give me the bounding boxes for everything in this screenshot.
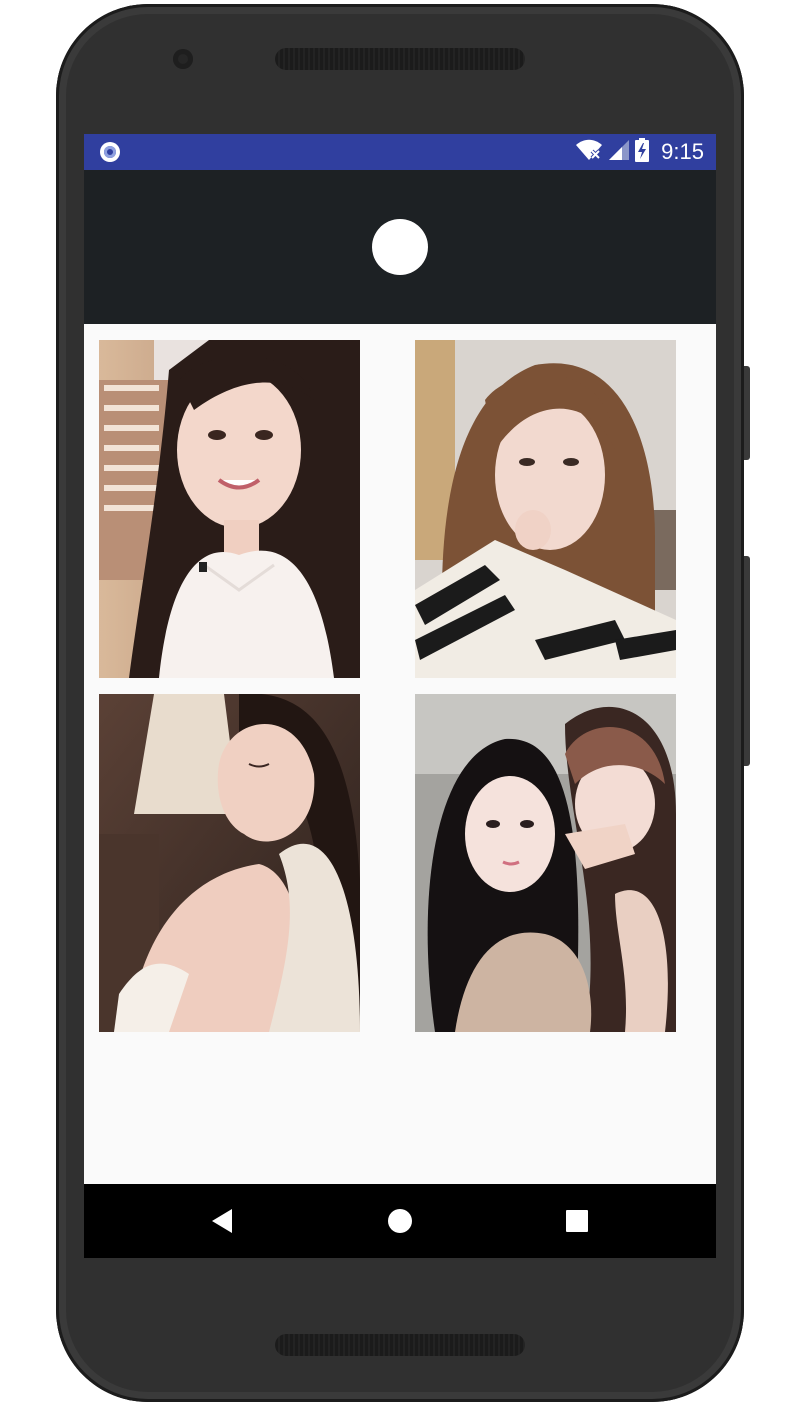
battery-charging-icon bbox=[635, 138, 650, 166]
device-screen: 9:15 bbox=[84, 134, 716, 1258]
photo-grid bbox=[84, 324, 716, 1184]
power-button bbox=[744, 366, 750, 460]
recents-icon[interactable] bbox=[537, 1184, 617, 1258]
system-navigation-bar bbox=[84, 1184, 716, 1258]
avatar-circle-icon[interactable] bbox=[372, 219, 428, 275]
status-icons: 9:15 bbox=[575, 134, 704, 170]
back-icon[interactable] bbox=[182, 1184, 262, 1258]
photo-4[interactable] bbox=[415, 694, 676, 1032]
circle-notification-icon bbox=[100, 142, 120, 162]
photo-2[interactable] bbox=[415, 340, 676, 678]
home-icon[interactable] bbox=[360, 1184, 440, 1258]
photo-3[interactable] bbox=[99, 694, 360, 1032]
photo-1[interactable] bbox=[99, 340, 360, 678]
status-bar: 9:15 bbox=[84, 134, 716, 170]
wifi-off-icon bbox=[575, 139, 603, 165]
volume-button bbox=[744, 556, 750, 766]
header-toolbar bbox=[84, 170, 716, 324]
status-time: 9:15 bbox=[661, 139, 704, 164]
bottom-speaker-grille bbox=[275, 1334, 525, 1356]
front-camera bbox=[173, 49, 193, 69]
top-speaker-grille bbox=[275, 48, 525, 70]
cellular-signal-icon bbox=[609, 139, 630, 165]
